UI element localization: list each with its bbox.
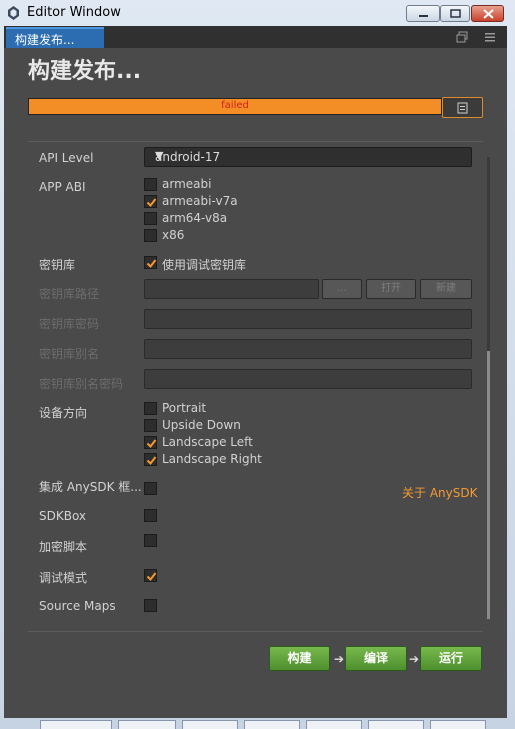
about-anysdk-link[interactable]: 关于 AnySDK [402, 484, 477, 501]
debug-mode-checkbox[interactable] [144, 569, 157, 582]
taskbar-strip [0, 718, 515, 729]
keystore-alias-input[interactable] [144, 339, 472, 359]
top-divider [28, 141, 483, 142]
taskbar-item[interactable] [244, 720, 300, 729]
build-status-text: failed [221, 100, 249, 111]
taskbar-item[interactable] [368, 720, 424, 729]
keystore-alias-label: 密钥库别名 [39, 347, 100, 361]
build-content: 构建发布... failed API Level android-17 ▼ AP… [4, 48, 507, 718]
chevron-down-icon: ▼ [155, 149, 164, 162]
open-folder-icon [457, 102, 468, 114]
checkmark-icon [146, 456, 157, 466]
source-maps-checkbox[interactable] [144, 599, 157, 612]
build-progress-bar: failed [28, 98, 442, 115]
new-keystore-button[interactable]: 新建 [420, 279, 472, 299]
orientation-landscape-left-label: Landscape Left [162, 435, 253, 449]
sdkbox-checkbox[interactable] [144, 509, 157, 522]
source-maps-label: Source Maps [39, 599, 116, 613]
taskbar-item[interactable] [182, 720, 238, 729]
keystore-path-input[interactable] [144, 279, 319, 299]
app-abi-label: APP ABI [39, 180, 86, 194]
abi-armeabi-label: armeabi [162, 177, 212, 191]
sdkbox-label: SDKBox [39, 509, 87, 523]
abi-armeabi-v7a-label: armeabi-v7a [162, 194, 238, 208]
taskbar-item[interactable] [430, 720, 486, 729]
use-debug-keystore-checkbox[interactable] [144, 256, 157, 269]
checkmark-icon [146, 439, 157, 449]
open-keystore-button[interactable]: 打开 [366, 279, 416, 299]
abi-arm64-v8a-label: arm64-v8a [162, 211, 228, 225]
anysdk-checkbox[interactable] [144, 482, 157, 495]
open-build-folder-button[interactable] [442, 97, 483, 118]
compile-button[interactable]: 编译 [345, 646, 407, 671]
page-title: 构建发布... [28, 59, 142, 84]
orientation-upside-down-checkbox[interactable] [144, 419, 157, 432]
alias-password-input[interactable] [144, 369, 472, 389]
encrypt-script-checkbox[interactable] [144, 534, 157, 547]
taskbar-item[interactable] [118, 720, 176, 729]
orientation-upside-down-label: Upside Down [162, 418, 241, 432]
abi-armeabi-v7a-checkbox[interactable] [144, 195, 157, 208]
taskbar-item[interactable] [40, 720, 112, 729]
checkmark-icon [146, 259, 157, 269]
scrollbar-thumb[interactable] [487, 351, 490, 619]
orientation-portrait-label: Portrait [162, 401, 207, 415]
keystore-label: 密钥库 [39, 258, 76, 272]
browse-keystore-button[interactable]: ... [322, 279, 362, 299]
abi-arm64-v8a-checkbox[interactable] [144, 212, 157, 225]
orientation-label: 设备方向 [39, 406, 88, 420]
abi-x86-checkbox[interactable] [144, 229, 157, 242]
arrow-right-icon: ➔ [334, 652, 345, 666]
build-button[interactable]: 构建 [269, 646, 330, 671]
use-debug-keystore-label: 使用调试密钥库 [162, 258, 247, 272]
abi-x86-label: x86 [162, 228, 185, 242]
orientation-landscape-left-checkbox[interactable] [144, 436, 157, 449]
keystore-password-label: 密钥库密码 [39, 317, 100, 331]
api-level-label: API Level [39, 151, 94, 165]
anysdk-label: 集成 AnySDK 框... [39, 480, 142, 494]
debug-mode-label: 调试模式 [39, 571, 88, 585]
keystore-password-input[interactable] [144, 309, 472, 329]
arrow-right-icon: ➔ [409, 652, 420, 666]
editor-window: Editor Window 构建发布... 构建发布... failed API… [0, 0, 515, 729]
bottom-divider [28, 631, 483, 632]
run-button[interactable]: 运行 [420, 646, 482, 671]
orientation-landscape-right-label: Landscape Right [162, 452, 262, 466]
orientation-portrait-checkbox[interactable] [144, 402, 157, 415]
api-level-select[interactable]: android-17 ▼ [144, 147, 472, 167]
checkmark-icon [146, 198, 157, 208]
alias-password-label: 密钥库别名密码 [39, 377, 124, 391]
checkmark-icon [146, 572, 157, 582]
abi-armeabi-checkbox[interactable] [144, 178, 157, 191]
keystore-path-label: 密钥库路径 [39, 287, 100, 301]
orientation-landscape-right-checkbox[interactable] [144, 453, 157, 466]
taskbar-item[interactable] [306, 720, 362, 729]
encrypt-script-label: 加密脚本 [39, 540, 88, 554]
